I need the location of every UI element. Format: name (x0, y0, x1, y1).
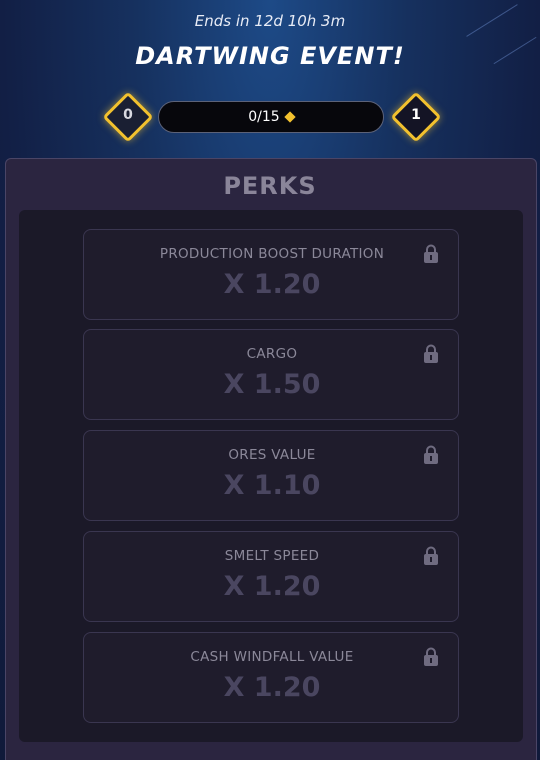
current-level-number: 0 (123, 107, 133, 123)
perk-card-cargo[interactable]: CARGO X 1.50 (83, 329, 459, 420)
progress-bar: 0/15 (158, 101, 384, 133)
perk-value: X 1.10 (223, 470, 321, 501)
perk-value: X 1.20 (223, 269, 321, 300)
lock-icon (423, 445, 439, 465)
perk-label: SMELT SPEED (224, 548, 320, 564)
diamond-icon (284, 111, 296, 123)
perk-value: X 1.20 (223, 571, 321, 602)
lock-icon (423, 647, 439, 667)
perk-card-smelt-speed[interactable]: SMELT SPEED X 1.20 (83, 531, 459, 622)
event-title: DARTWING EVENT! (135, 42, 405, 70)
next-level-number: 1 (411, 107, 421, 123)
progress-text: 0/15 (248, 109, 280, 125)
lock-icon (423, 546, 439, 566)
event-timer: Ends in 12d 10h 3m (194, 12, 346, 30)
perk-label: CARGO (246, 346, 298, 362)
lock-icon (423, 244, 439, 264)
perk-value: X 1.50 (223, 369, 321, 400)
perk-label: PRODUCTION BOOST DURATION (159, 246, 385, 262)
perk-card-ores-value[interactable]: ORES VALUE X 1.10 (83, 430, 459, 521)
perk-value: X 1.20 (223, 672, 321, 703)
perk-label: CASH WINDFALL VALUE (190, 649, 354, 665)
perk-card-cash-windfall-value[interactable]: CASH WINDFALL VALUE X 1.20 (83, 632, 459, 723)
perk-label: ORES VALUE (228, 447, 316, 463)
perks-title: PERKS (223, 172, 317, 200)
lock-icon (423, 344, 439, 364)
perk-card-production-boost-duration[interactable]: PRODUCTION BOOST DURATION X 1.20 (83, 229, 459, 320)
